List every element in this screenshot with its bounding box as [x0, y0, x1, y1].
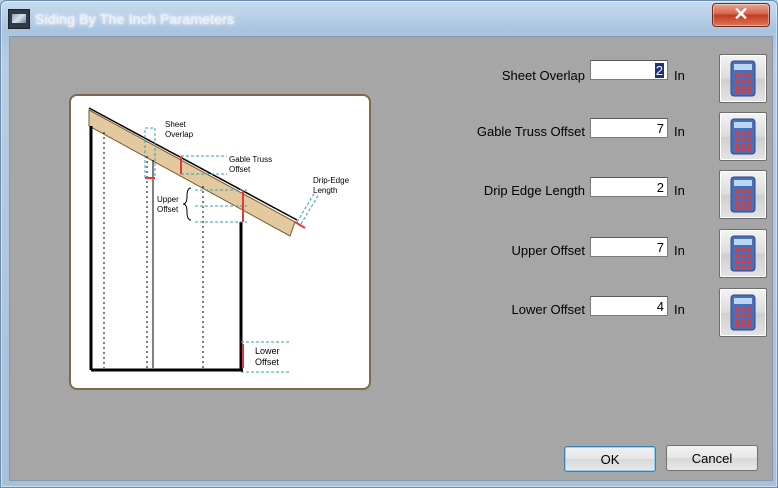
gable-truss-offset-calculator-button[interactable]: [719, 112, 767, 161]
diagram-label-upper-offset: Upper Offset: [157, 195, 181, 214]
cancel-button[interactable]: Cancel: [666, 445, 758, 471]
sheet-overlap-calculator-button[interactable]: [719, 54, 767, 103]
diagram-label-gable-truss: Gable Truss Offset: [229, 155, 274, 174]
close-button[interactable]: ✕: [712, 3, 770, 27]
diagram-label-sheet-overlap: Sheet Overlap: [165, 120, 194, 139]
calculator-icon: [730, 60, 756, 97]
roof-board: [88, 109, 296, 237]
diagram-panel: Sheet Overlap Gable Truss Offset Drip-Ed…: [69, 94, 371, 390]
title-bar[interactable]: Siding By The Inch Parameters ✕: [1, 1, 777, 37]
sheet-overlap-input[interactable]: 2: [590, 60, 668, 80]
diagram-label-upper-offset-line2: Offset: [157, 205, 179, 214]
gable-truss-offset-label: Gable Truss Offset: [476, 124, 585, 139]
drip-edge-line: [294, 221, 306, 229]
diagram-label-lower-offset-line1: Lower: [255, 346, 280, 356]
dialog-client-area: Sheet Overlap Gable Truss Offset Drip-Ed…: [9, 36, 773, 481]
drip-edge-length-label: Drip Edge Length: [483, 183, 585, 198]
sheet-overlap-value: 2: [654, 63, 664, 78]
sheet-overlap-label: Sheet Overlap: [501, 68, 585, 83]
dialog-window: Siding By The Inch Parameters ✕ Sheet Ov…: [0, 0, 778, 488]
diagram-label-sheet-overlap-line1: Sheet: [165, 120, 187, 129]
drip-edge-length-calculator-button[interactable]: [719, 170, 767, 219]
lower-offset-input[interactable]: 4: [590, 296, 668, 316]
upper-offset-label: Upper Offset: [511, 243, 585, 258]
app-icon: [8, 9, 30, 29]
calculator-icon: [730, 294, 756, 331]
drip-edge-length-input[interactable]: 2: [590, 177, 668, 197]
diagram-label-sheet-overlap-line2: Overlap: [165, 130, 194, 139]
diagram-label-gable-truss-line1: Gable Truss: [229, 155, 272, 164]
diagram-label-drip-edge-line1: Drip-Edge: [313, 176, 350, 185]
upper-offset-input[interactable]: 7: [590, 237, 668, 257]
diagram-label-upper-offset-line1: Upper: [157, 195, 179, 204]
ok-button[interactable]: OK: [564, 446, 656, 472]
calculator-icon: [730, 235, 756, 272]
diagram-label-lower-offset: Lower Offset: [255, 346, 282, 367]
window-title: Siding By The Inch Parameters: [35, 11, 235, 27]
drip-edge-length-value: 2: [656, 180, 664, 195]
drip-edge-length-unit: In: [674, 183, 685, 198]
lower-offset-calculator-button[interactable]: [719, 288, 767, 337]
sheet-overlap-unit: In: [674, 68, 685, 83]
diagram-label-lower-offset-line2: Offset: [255, 357, 279, 367]
calculator-icon: [730, 118, 756, 155]
gable-truss-offset-unit: In: [674, 124, 685, 139]
drip-edge-guide: [296, 191, 316, 223]
diagram-label-drip-edge: Drip-Edge Length: [313, 176, 351, 195]
upper-offset-unit: In: [674, 243, 685, 258]
lower-offset-label: Lower Offset: [511, 302, 585, 317]
siding-diagram: Sheet Overlap Gable Truss Offset Drip-Ed…: [88, 107, 351, 373]
drip-edge-guide-2: [300, 193, 320, 225]
upper-offset-calculator-button[interactable]: [719, 229, 767, 278]
roof-top-line: [88, 107, 298, 221]
diagram-label-gable-truss-line2: Offset: [229, 165, 251, 174]
upper-offset-value: 7: [656, 240, 664, 255]
upper-offset-brace: [182, 187, 192, 221]
calculator-icon: [730, 176, 756, 213]
lower-offset-unit: In: [674, 302, 685, 317]
gable-truss-offset-value: 7: [656, 121, 664, 136]
gable-truss-offset-input[interactable]: 7: [590, 118, 668, 138]
lower-offset-value: 4: [656, 299, 664, 314]
diagram-label-drip-edge-line2: Length: [313, 186, 337, 195]
